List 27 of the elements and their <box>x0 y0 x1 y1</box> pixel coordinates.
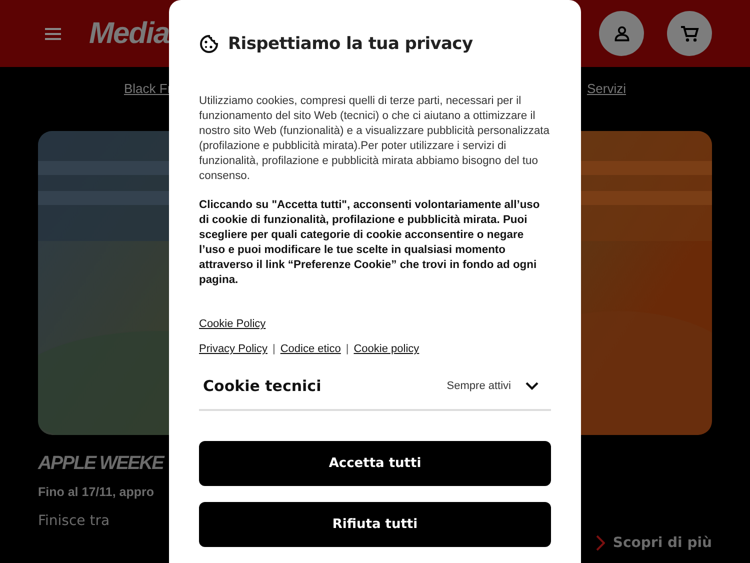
separator: | <box>346 343 349 355</box>
cart-icon <box>680 24 700 44</box>
chevron-right-icon <box>594 535 605 551</box>
menu-icon[interactable] <box>45 28 61 40</box>
countdown-label: Finisce tra <box>38 513 110 529</box>
nav-link[interactable]: Servizi <box>586 81 626 96</box>
intro-paragraph: Utilizziamo cookies, compresi quelli di terze parti, necessari per il funzionamento del sito Web (tecnici) o che ci aiutano a ottimizzare il nostro sito Web (funzionalità) e a visualizzare pubblicità personalizzata (profilazione e pubblicità mirata).Per poter utilizzare i servizi di funzionalità, profilazione e pubblicità mirata abbiamo bisogno del tuo consenso. <box>199 94 551 184</box>
account-button[interactable] <box>599 11 644 56</box>
cookie-policy-link[interactable]: Cookie Policy <box>199 318 266 330</box>
cart-button[interactable] <box>667 11 712 56</box>
dialog-button[interactable]: Accetta tutti <box>199 441 551 486</box>
separator: | <box>272 343 276 355</box>
promo-subtitle: Fino al 17/11, appro <box>38 485 154 499</box>
promo-title: APPLE WEEKE <box>38 453 164 475</box>
policy-link[interactable]: Codice etico <box>280 343 341 355</box>
person-icon <box>612 24 630 42</box>
category-status: Sempre attivi <box>446 380 511 392</box>
consent-paragraph: Cliccando su "Accetta tutti", acconsenti volontariamente all’uso di cookie di funzionalità, profilazione e pubblicità mirata. Puoi scegliere per quali categorie di cookie acconsentire o negare l’uso e puoi modificare le tue scelte in qualsiasi momento attraverso il link “Preferenze Cookie” che trovi in fondo ad ogni pagina. <box>199 198 541 288</box>
more-link[interactable]: Scopri di più <box>612 535 712 551</box>
cookie-icon <box>199 34 219 54</box>
policy-link[interactable]: Cookie policy <box>354 343 420 355</box>
dialog-title: Rispettiamo la tua privacy <box>228 34 473 54</box>
chevron-icon[interactable] <box>525 381 539 391</box>
dialog-button[interactable]: Rifiuta tutti <box>199 502 551 547</box>
policy-link[interactable]: Privacy Policy <box>199 343 268 355</box>
category-name: Cookie tecnici <box>203 377 322 395</box>
cookie-category[interactable]: Cookie tecnici Sempre attivi <box>199 363 551 411</box>
